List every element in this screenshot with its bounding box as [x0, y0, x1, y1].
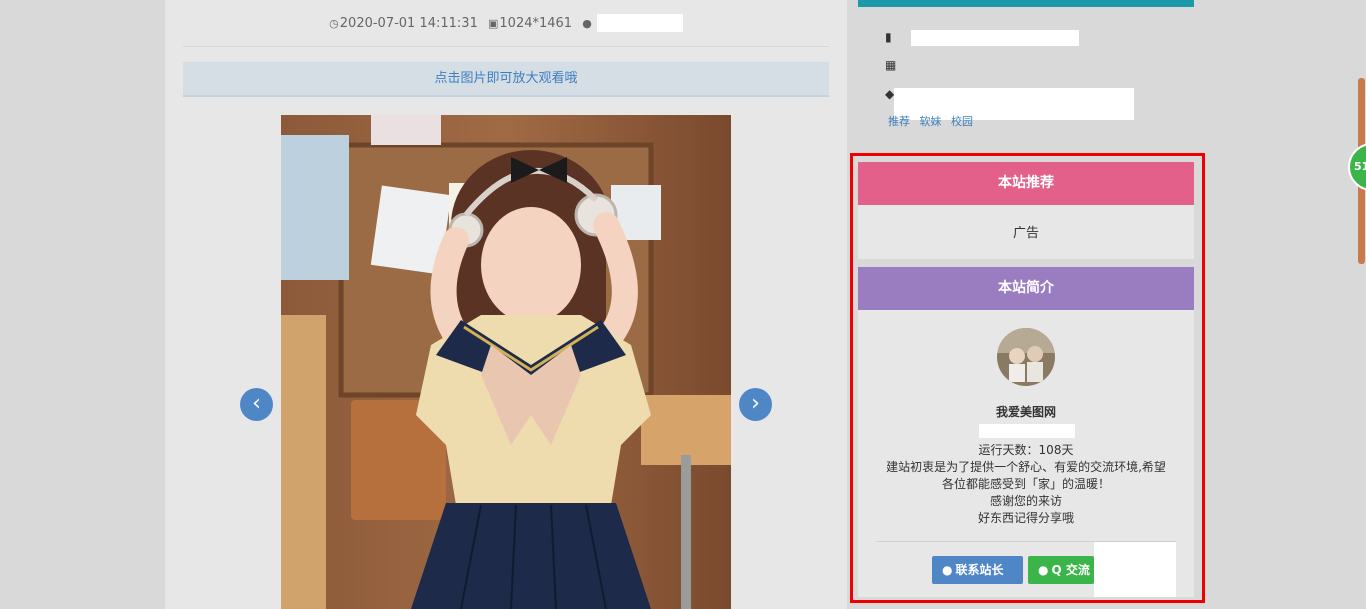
post-datetime: 2020-07-01 14:11:31: [339, 15, 478, 31]
notice-bar: 点击图片即可放大观看哦: [183, 62, 829, 97]
book-icon: ▮: [885, 30, 892, 44]
image-resolution: 1024*1461: [499, 15, 573, 31]
tag-link[interactable]: 软妹: [920, 115, 942, 128]
image-icon: ▣: [488, 16, 499, 30]
post-title-redacted[interactable]: [911, 30, 1079, 46]
tag-icon: ◆: [885, 87, 895, 101]
author-name-redacted[interactable]: [596, 14, 683, 32]
prev-image-button[interactable]: ‹: [240, 388, 273, 421]
clock-icon: ◷: [329, 16, 339, 30]
tag-link[interactable]: 校园: [951, 115, 973, 128]
tag-link[interactable]: 推荐: [888, 115, 910, 128]
user-icon: ●: [582, 16, 592, 30]
highlight-box: [850, 153, 1205, 603]
sidebar-top-bar: [858, 0, 1194, 7]
next-image-button[interactable]: ›: [739, 388, 772, 421]
tags-row: 推荐 软妹 校园: [888, 113, 973, 129]
divider: [183, 46, 829, 47]
floating-badge[interactable]: 51: [1348, 143, 1366, 191]
post-meta: ◷2020-07-01 14:11:31 ▣1024*1461 ●: [165, 14, 847, 32]
calendar-icon: ▦: [885, 58, 897, 72]
photo-illustration: [281, 115, 731, 609]
article-panel: ◷2020-07-01 14:11:31 ▣1024*1461 ● 点击图片即可…: [165, 0, 847, 609]
main-photo[interactable]: [281, 115, 731, 609]
